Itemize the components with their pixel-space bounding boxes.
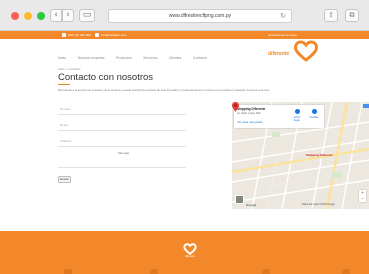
phone-field[interactable]: Teléfono [58,136,186,147]
footer-icon-4 [342,269,350,274]
tabs-icon: ⧉ [349,11,355,19]
back-button[interactable]: ‹ [50,9,62,22]
mail-icon [95,33,99,37]
page-title: Contacto con nosotros [58,72,154,83]
email-text: info@ofisilado.com [101,33,127,37]
message-field[interactable] [58,156,186,168]
save-button[interactable]: Guardar [308,109,320,123]
map-attribution: Datos del mapa ©2018 Google [302,203,335,206]
map-expand-tab[interactable] [363,104,369,108]
nav-item-productos[interactable]: Productos [116,54,132,62]
intro-text: Bienvenido a la sección de Contacto de l… [58,88,271,92]
place-card: Shipping Diferente Av. Mcal. López 000 V… [234,105,324,128]
email-label: Email [60,123,68,127]
topbar-email[interactable]: info@ofisilado.com [95,31,126,39]
directions-label: Cómo llegar [293,116,301,122]
reload-icon[interactable]: ↻ [280,10,286,22]
satellite-toggle[interactable] [235,195,244,204]
chevron-right-icon: › [66,10,70,20]
browser-toolbar: ‹ › ▭ www.dlfrestirecftpng.com.py ↻ ⇧ ⧉ [0,0,369,31]
save-label: Guardar [309,116,319,119]
nav-item-servicios[interactable]: Servicios [143,54,157,62]
url-text: www.dlfrestirecftpng.com.py [168,13,232,19]
place-address: Av. Mcal. López 000 [237,112,261,115]
google-logo: Google [246,203,257,207]
zoom-control[interactable]: + − [359,190,366,202]
tabs-button[interactable]: ⧉ [345,9,359,22]
phone-label: Teléfono [60,139,72,143]
save-icon [311,109,317,114]
share-icon: ⇧ [328,11,334,19]
sidebar-toggle-button[interactable]: ▭ [79,9,95,22]
name-field[interactable]: Nombre [58,104,186,115]
nav-item-contacto[interactable]: Contacto [193,54,207,62]
sidebar-icon: ▭ [82,10,92,20]
chevron-left-icon: ‹ [54,10,58,20]
footer-icon-2 [150,269,158,274]
forward-button[interactable]: › [62,9,74,22]
nav-item-clientes[interactable]: Clientes [169,54,182,62]
footer-icon-3 [262,269,270,274]
larger-map-link[interactable]: Ver mapa más grande [237,121,263,124]
minimize-window-button[interactable] [24,12,32,20]
place-name: Shipping Diferente [237,107,266,111]
send-button[interactable]: Enviar [58,176,71,183]
pin-label: Shipping Diferente [306,153,333,157]
breadcrumb: Inicio > Contacto [58,67,81,71]
site-footer: diferente [0,231,369,274]
nav-item-inicio[interactable]: Inicio [58,54,66,62]
footer-icon-1 [64,269,72,274]
directions-button[interactable]: Cómo llegar [291,109,303,123]
address-bar[interactable]: www.dlfrestirecftpng.com.py ↻ [108,9,292,23]
topbar-phone[interactable]: (595 21) 000 000 [62,31,91,39]
site-topbar: (595 21) 000 000 info@ofisilado.com Coti… [0,31,369,39]
message-label: Mensaje [118,151,130,155]
close-window-button[interactable] [11,12,19,20]
directions-icon [294,109,300,114]
phone-icon [62,33,66,37]
zoom-in-icon[interactable]: + [361,190,364,195]
zoom-window-button[interactable] [37,12,45,20]
site-logo[interactable]: diferente [268,40,320,68]
phone-text: (595 21) 000 000 [68,33,91,37]
footer-logo-text: diferente [185,255,195,258]
map-pin-icon[interactable] [232,102,239,112]
nav-item-empresa[interactable]: Nuestra empresa [78,54,105,62]
zoom-out-icon[interactable]: − [361,196,364,201]
browser-window: ‹ › ▭ www.dlfrestirecftpng.com.py ↻ ⇧ ⧉ … [0,0,369,274]
logo-text: diferente [268,51,290,57]
heart-logo-icon [293,40,319,62]
topbar-right-link[interactable]: Cotizaciones en línea [268,31,297,39]
name-label: Nombre [60,107,71,111]
share-button[interactable]: ⇧ [324,9,338,22]
title-underline [58,84,70,85]
embedded-map[interactable]: Shipping Diferente Av. Mcal. López 000 V… [232,102,369,209]
main-nav: Inicio Nuestra empresa Productos Servici… [58,46,214,60]
email-field[interactable]: Email [58,120,186,131]
